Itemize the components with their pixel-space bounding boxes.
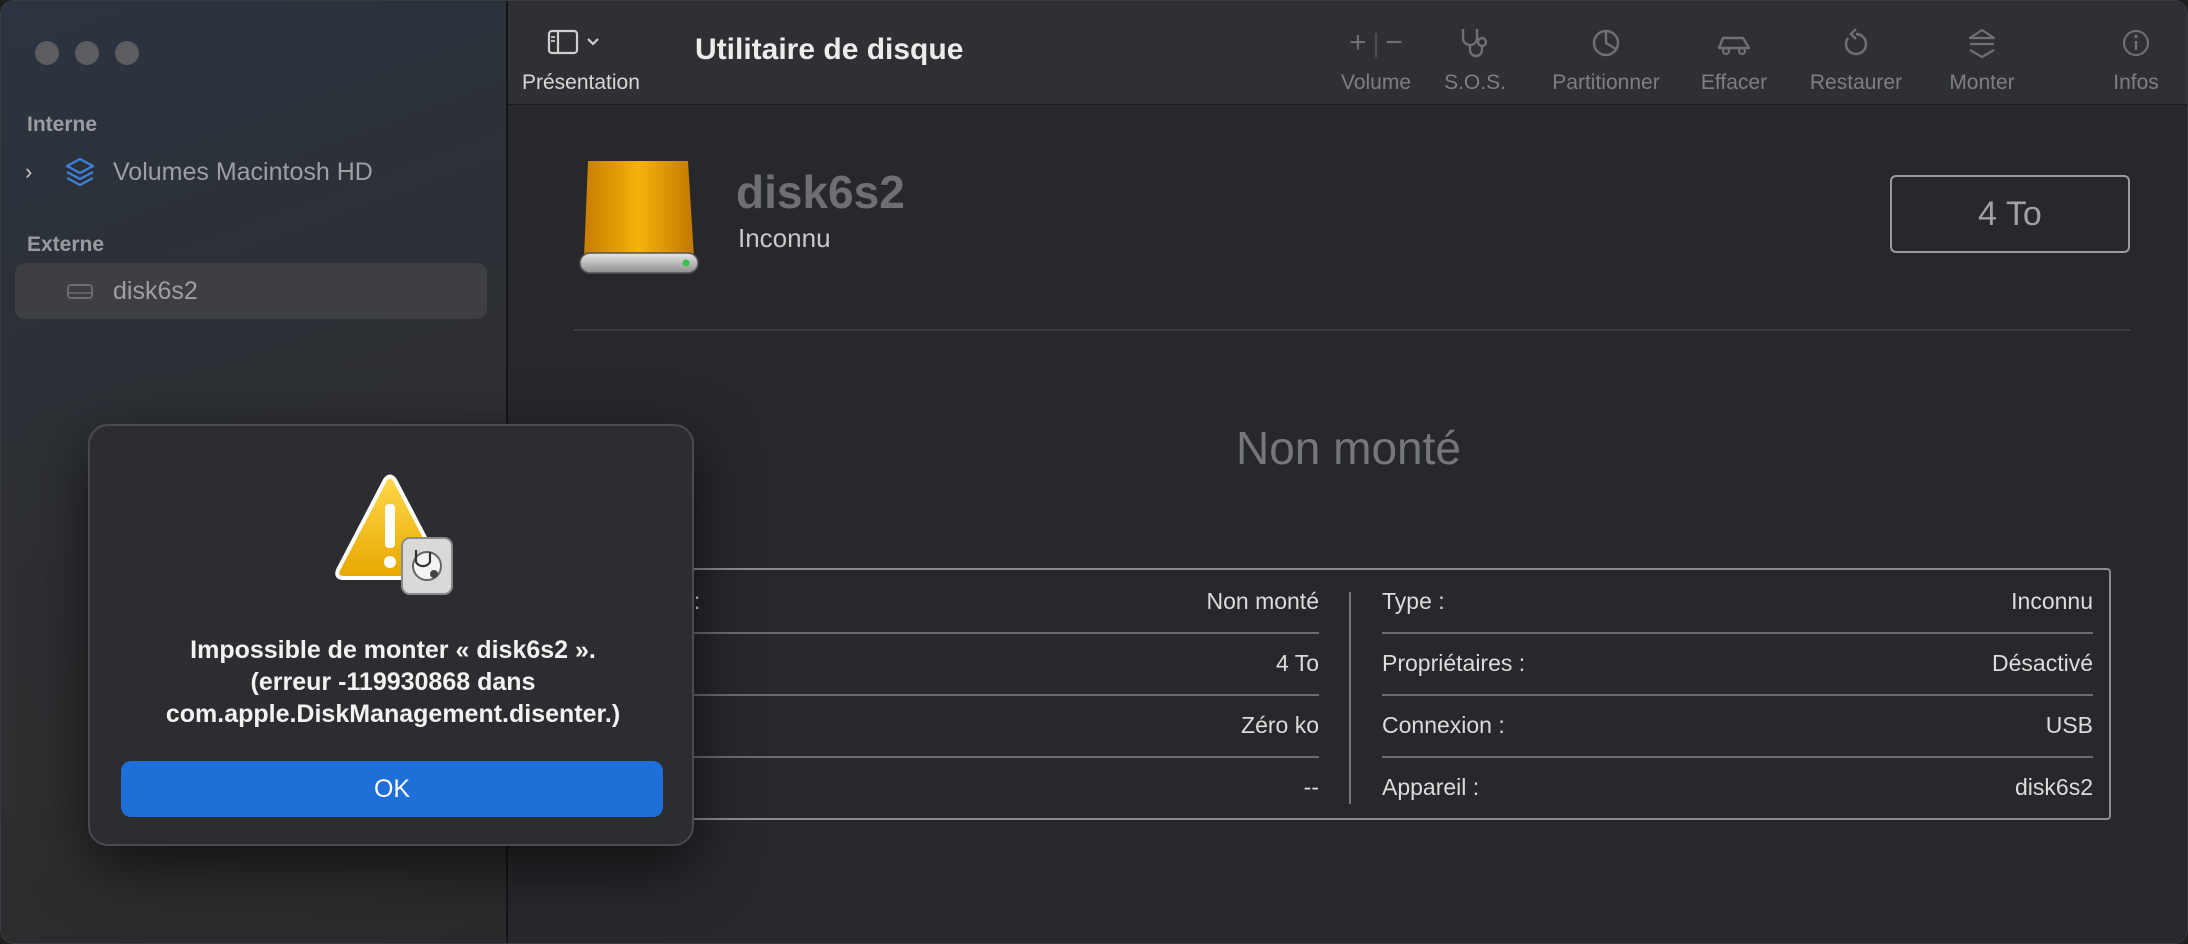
volume-label: Volume: [1340, 71, 1412, 94]
minimize-window-button[interactable]: [75, 41, 99, 65]
layers-icon: [65, 157, 95, 187]
section-label-internal: Interne: [27, 113, 98, 136]
info-row: montage : Non monté: [598, 570, 1319, 632]
info-label: Infos: [2113, 71, 2159, 94]
mount-icon: [1968, 28, 1996, 59]
zoom-window-button[interactable]: [115, 41, 139, 65]
restore-arrow-icon: [1844, 28, 1868, 56]
disk-size-badge: 4 To: [1890, 175, 2130, 253]
first-aid-label: S.O.S.: [1444, 71, 1506, 94]
volume-button[interactable]: + | − Volume: [1330, 23, 1422, 95]
partition-label: Partitionner: [1552, 71, 1660, 94]
info-row: 4 To: [598, 632, 1319, 694]
info-table: montage : Non monté 4 To e : Zéro ko --: [574, 568, 2111, 820]
restore-label: Restaurer: [1809, 71, 1903, 94]
erase-label: Effacer: [1700, 71, 1768, 94]
info-key: Propriétaires :: [1382, 649, 1526, 676]
info-value: USB: [2045, 711, 2093, 738]
disk-utility-badge-icon: [401, 537, 453, 595]
partition-button[interactable]: Partitionner: [1538, 23, 1674, 95]
info-icon: [2122, 29, 2150, 57]
close-window-button[interactable]: [35, 41, 59, 65]
error-message-line: com.apple.DiskManagement.disenter.): [165, 700, 621, 728]
disk-name: disk6s2: [736, 166, 905, 218]
chevron-right-icon[interactable]: ›: [25, 159, 32, 185]
info-value: disk6s2: [2015, 773, 2093, 800]
warning-icon: [335, 474, 453, 595]
info-key: Connexion :: [1382, 711, 1505, 738]
pie-chart-icon: [1592, 29, 1620, 57]
info-value: Non monté: [1206, 587, 1319, 614]
disk-utility-window: Interne › Volumes Macintosh HD Externe d…: [0, 0, 2188, 944]
sidebar-item-label: disk6s2: [113, 276, 198, 305]
presentation-button[interactable]: Présentation: [522, 23, 640, 95]
disk-subtitle: Inconnu: [738, 223, 831, 253]
section-label-external: Externe: [27, 233, 105, 256]
restore-button[interactable]: Restaurer: [1792, 23, 1920, 95]
window-title: Utilitaire de disque: [695, 33, 964, 66]
sidebar-item-macintosh-hd[interactable]: › Volumes Macintosh HD: [15, 144, 487, 200]
plus-icon[interactable]: +: [1349, 26, 1367, 60]
main-content: disk6s2 Inconnu 4 To Non monté montage :…: [508, 105, 2187, 943]
column-divider: [1349, 592, 1351, 804]
mount-status: Non monté: [1235, 422, 1461, 474]
info-value: Inconnu: [2011, 587, 2093, 614]
toolbar: Présentation Utilitaire de disque + | − …: [508, 1, 2187, 105]
first-aid-button[interactable]: S.O.S.: [1440, 23, 1510, 95]
error-message-line: (erreur -119930868 dans: [250, 668, 536, 696]
info-row: Propriétaires : Désactivé: [1382, 632, 2093, 694]
erase-button[interactable]: Effacer: [1686, 23, 1782, 95]
section-divider: [574, 329, 2130, 331]
error-message-line: Impossible de monter « disk6s2 ».: [190, 636, 596, 664]
ok-button[interactable]: OK: [121, 761, 663, 817]
info-row: Type : Inconnu: [1382, 570, 2093, 632]
info-value: Désactivé: [1992, 649, 2093, 676]
mount-label: Monter: [1949, 71, 2015, 94]
sidebar-item-label: Volumes Macintosh HD: [113, 157, 373, 186]
info-row: Appareil : disk6s2: [1382, 756, 2093, 818]
eraser-car-icon: [1717, 36, 1751, 56]
error-dialog: Impossible de monter « disk6s2 ». (erreu…: [88, 424, 694, 846]
external-drive-icon: [579, 161, 699, 274]
minus-icon[interactable]: −: [1385, 26, 1403, 60]
info-row: Connexion : USB: [1382, 694, 2093, 756]
mount-button[interactable]: Monter: [1930, 23, 2034, 95]
sidebar-item-disk6s2[interactable]: disk6s2: [15, 263, 487, 319]
stethoscope-icon: [1461, 29, 1488, 58]
sidebar-toggle-icon: [547, 29, 599, 55]
info-key: Type :: [1382, 587, 1445, 614]
presentation-label: Présentation: [522, 71, 640, 94]
info-value: Zéro ko: [1241, 711, 1319, 738]
info-row: e : Zéro ko: [598, 694, 1319, 756]
info-button[interactable]: Infos: [2104, 23, 2168, 95]
error-message: Impossible de monter « disk6s2 ». (erreu…: [110, 634, 676, 730]
info-value: 4 To: [1275, 649, 1319, 676]
external-drive-icon: [67, 284, 93, 299]
info-row: --: [598, 756, 1319, 818]
info-key: Appareil :: [1382, 773, 1480, 800]
info-value: --: [1303, 773, 1319, 800]
